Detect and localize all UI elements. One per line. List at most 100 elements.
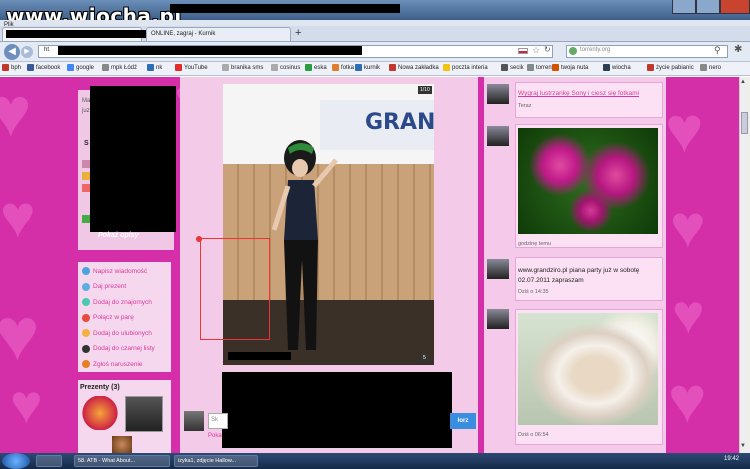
- bookmark-item[interactable]: eska: [305, 64, 327, 71]
- scroll-down-icon[interactable]: ▼: [740, 443, 746, 449]
- action-label: Połącz w parę: [93, 314, 134, 321]
- start-button[interactable]: [2, 453, 30, 469]
- bookmark-item[interactable]: Nowa zakładka: [389, 64, 439, 71]
- bookmark-item[interactable]: bph: [2, 64, 21, 71]
- heart-decoration: ♥: [665, 93, 704, 166]
- add-comment-button[interactable]: łorz: [450, 413, 476, 429]
- close-window-button[interactable]: [720, 0, 750, 14]
- bookmark-icon: [603, 64, 610, 71]
- bookmark-label: eska: [314, 64, 327, 71]
- profile-action[interactable]: Zgłoś naruszenie: [82, 360, 143, 368]
- avatar[interactable]: [487, 84, 509, 104]
- bookmark-label: Nowa zakładka: [398, 64, 439, 71]
- bookmark-item[interactable]: cosinus: [271, 64, 300, 71]
- tools-icon[interactable]: ✱: [734, 44, 742, 55]
- taskbar-quicklaunch[interactable]: [36, 455, 62, 467]
- bookmark-label: twoja nuta: [561, 64, 589, 71]
- scroll-thumb[interactable]: [741, 112, 748, 134]
- action-icon: [82, 313, 90, 322]
- small-icon: [82, 184, 90, 192]
- gifts-title: Prezenty (3): [80, 384, 120, 391]
- profile-action[interactable]: Połącz w parę: [82, 313, 134, 322]
- forward-icon[interactable]: ▶: [21, 46, 33, 58]
- bookmark-item[interactable]: twoja nuta: [552, 64, 588, 71]
- bookmark-label: YouTube: [184, 64, 208, 71]
- action-icon: [82, 282, 90, 291]
- profile-action[interactable]: Dodaj do ulubionych: [82, 329, 152, 337]
- small-icon: [82, 160, 90, 168]
- back-icon[interactable]: ◀: [4, 44, 20, 60]
- photo-sign-text: GRAN: [365, 110, 436, 135]
- new-tab-button[interactable]: +: [295, 27, 307, 39]
- bookmark-item[interactable]: życie pabianic: [647, 64, 694, 71]
- bookmark-label: fotka: [341, 64, 355, 71]
- profile-action[interactable]: Dodaj do czarnej listy: [82, 344, 155, 353]
- comment-input[interactable]: Sk: [208, 413, 228, 429]
- profile-action[interactable]: Dodaj do znajomych: [82, 298, 152, 306]
- bookmark-item[interactable]: wiocha: [603, 64, 631, 71]
- action-label: Zgłoś naruszenie: [93, 360, 143, 368]
- teacup-image[interactable]: [518, 313, 658, 425]
- profile-action[interactable]: Daj prezent: [82, 282, 126, 291]
- action-label: Dodaj do ulubionych: [93, 329, 152, 337]
- tab-kurnik[interactable]: ONLINE, zagraj - Kurnik: [146, 27, 291, 41]
- bookmark-icon: [443, 64, 450, 71]
- bookmark-icon: [67, 64, 74, 71]
- minimize-button[interactable]: [672, 0, 696, 14]
- gift-image[interactable]: [125, 396, 163, 432]
- section-heading: S: [84, 140, 89, 147]
- bookmark-item[interactable]: nero: [700, 64, 721, 71]
- avatar[interactable]: [487, 309, 509, 329]
- bookmark-item[interactable]: google: [67, 64, 94, 71]
- photo-counter: 1/10: [418, 86, 432, 94]
- search-engine-icon[interactable]: [569, 47, 577, 55]
- system-tray[interactable]: [630, 456, 720, 466]
- bookmark-item[interactable]: branika sms: [222, 64, 263, 71]
- bookmark-item[interactable]: poczta interia: [443, 64, 488, 71]
- photo-tag-box[interactable]: [200, 238, 270, 340]
- redacted-tab-title: [6, 30, 166, 38]
- action-label: Dodaj do czarnej listy: [93, 345, 155, 352]
- scroll-up-icon[interactable]: ▲: [740, 79, 746, 85]
- profile-action[interactable]: Napisz wiadomość: [82, 267, 147, 275]
- heart-decoration: ♥: [668, 363, 707, 436]
- bookmark-label: cosinus: [280, 64, 301, 71]
- feed-link[interactable]: Wygraj lustrzankę Sony i ciesz się fotka…: [518, 90, 639, 97]
- gift-image[interactable]: [112, 436, 132, 453]
- bookmark-icon: [700, 64, 707, 71]
- reload-icon[interactable]: ↻: [544, 45, 551, 54]
- bookmark-icon: [527, 64, 534, 71]
- avatar[interactable]: [487, 259, 509, 279]
- bookmark-item[interactable]: secik: [501, 64, 524, 71]
- taskbar-window[interactable]: izyka1, zdjęcie Hallow...: [174, 455, 258, 467]
- redacted-caption: [228, 352, 291, 360]
- bookmark-label: google: [76, 64, 95, 71]
- tag-marker-icon[interactable]: [196, 236, 202, 242]
- feed-timestamp: Dziś o 06:54: [518, 432, 549, 438]
- bookmark-label: bph: [11, 64, 22, 71]
- bookmark-icon: [27, 64, 34, 71]
- bookmark-item[interactable]: fotka: [332, 64, 354, 71]
- redacted-profile: [90, 86, 176, 232]
- maximize-button[interactable]: [696, 0, 720, 14]
- bookmark-item[interactable]: facebook: [27, 64, 60, 71]
- feed-timestamp: godzinę temu: [518, 241, 552, 247]
- heart-decoration: ♥: [0, 292, 40, 376]
- avatar[interactable]: [487, 126, 509, 146]
- flowers-image[interactable]: [518, 128, 658, 234]
- bookmark-item[interactable]: nk: [147, 64, 162, 71]
- show-comments-link[interactable]: Poka: [208, 433, 222, 439]
- action-label: Napisz wiadomość: [93, 267, 148, 275]
- bookmark-item[interactable]: kurnik: [355, 64, 380, 71]
- gift-image[interactable]: [82, 396, 118, 430]
- search-icon[interactable]: ⚲: [714, 45, 721, 56]
- show-descriptions-link[interactable]: Pokaż opisy: [98, 232, 138, 239]
- bookmark-icon: [501, 64, 508, 71]
- bookmark-star-icon[interactable]: ☆: [532, 45, 540, 56]
- bookmark-item[interactable]: YouTube: [175, 64, 208, 71]
- bookmark-icon: [355, 64, 362, 71]
- taskbar-window[interactable]: 58. ATB - What About...: [74, 455, 170, 467]
- bookmark-item[interactable]: mpk Łódź: [102, 64, 137, 71]
- redacted-url: [58, 46, 362, 55]
- bookmark-icon: [332, 64, 339, 71]
